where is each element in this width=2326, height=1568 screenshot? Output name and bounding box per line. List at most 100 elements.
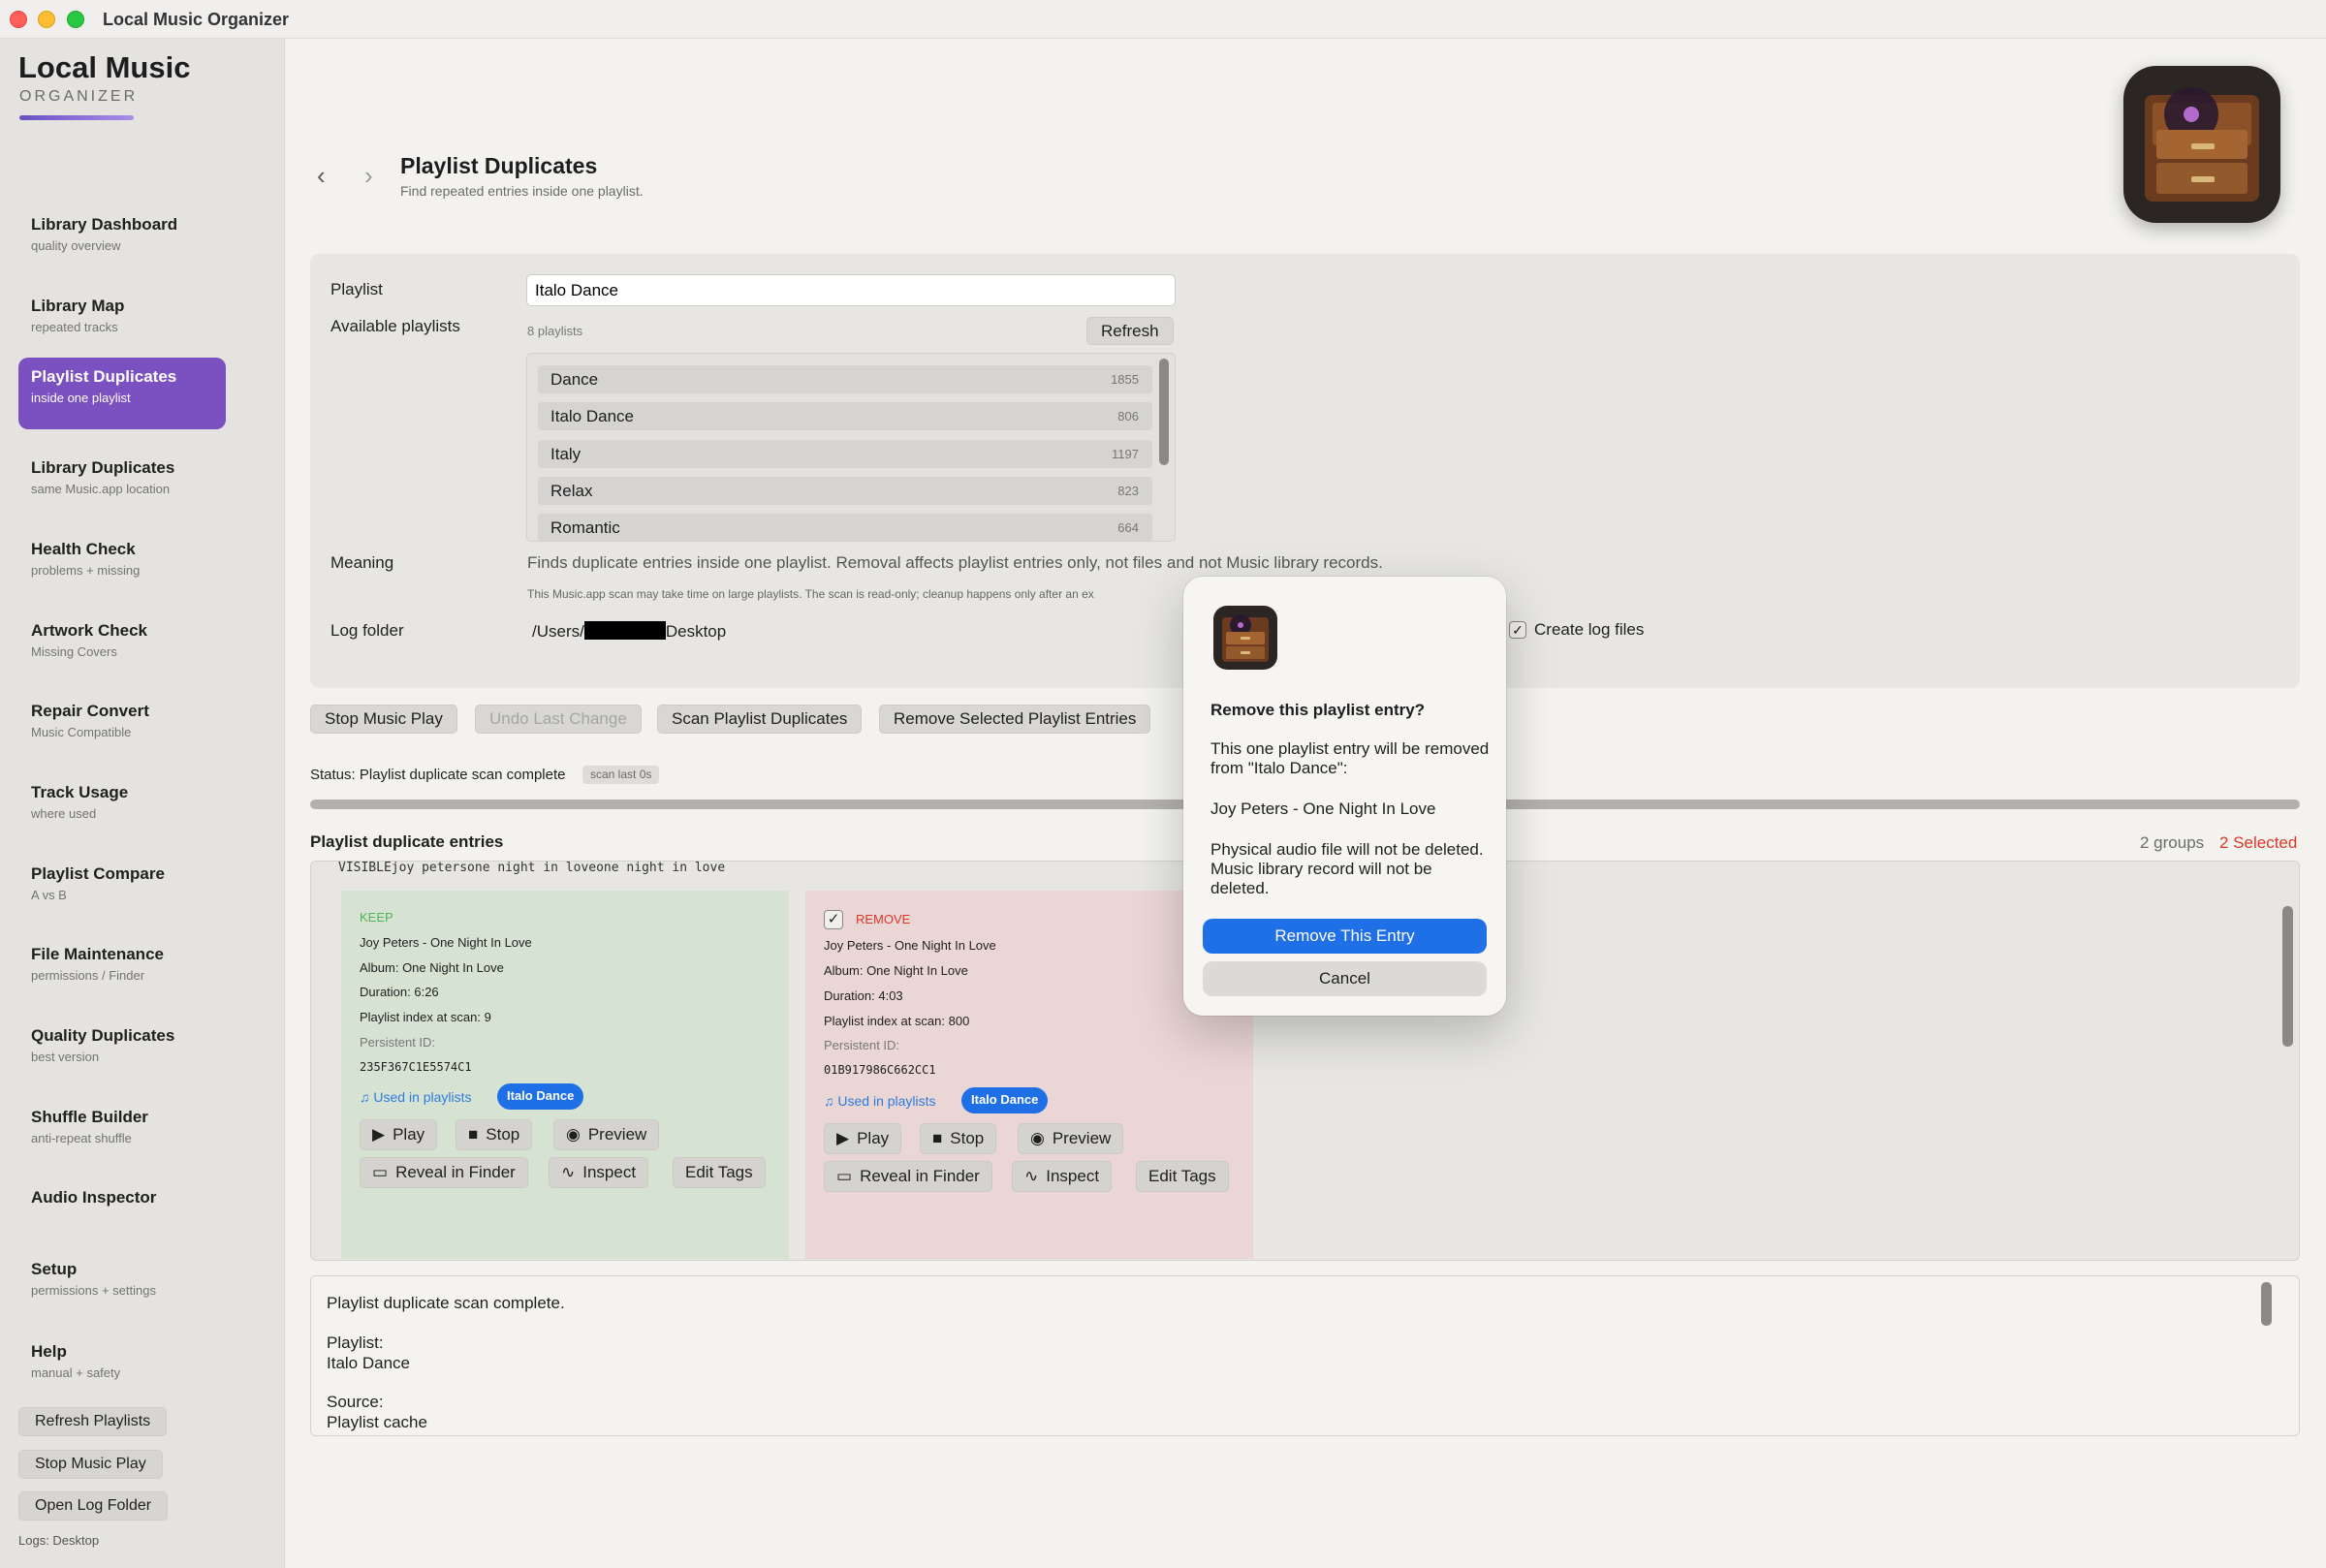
inspect-button[interactable]: ∿ Inspect	[1012, 1161, 1113, 1192]
used-in-playlists-link[interactable]: ♫ Used in playlists	[824, 1093, 936, 1109]
play-button[interactable]: ▶ Play	[360, 1119, 438, 1150]
sidebar-item-track-usage[interactable]: Track Usage where used	[18, 773, 226, 845]
playlist-badge[interactable]: Italo Dance	[497, 1083, 584, 1110]
log-line: Source:	[327, 1393, 384, 1411]
stop-button[interactable]: ■ Stop	[456, 1119, 533, 1150]
playlist-list-scrollbar[interactable]	[1159, 359, 1169, 465]
list-item[interactable]: Romantic 664	[538, 514, 1152, 541]
track-title: Joy Peters - One Night In Love	[360, 935, 532, 950]
stop-music-play-action-button[interactable]: Stop Music Play	[310, 705, 457, 734]
dialog-title: Remove this playlist entry?	[1210, 701, 1426, 719]
visible-debug-line: VISIBLEjoy petersone night in loveone ni…	[338, 861, 726, 875]
available-playlists-label: Available playlists	[330, 317, 460, 335]
create-log-files-checkbox[interactable]: ✓ Create log files	[1509, 620, 1644, 640]
minimize-window-button[interactable]	[38, 11, 55, 28]
sidebar-item-library-map[interactable]: Library Map repeated tracks	[18, 287, 226, 359]
sidebar-item-file-maintenance[interactable]: File Maintenance permissions / Finder	[18, 935, 226, 1007]
playlist-music-icon: ♫	[824, 1093, 838, 1109]
sidebar-item-help[interactable]: Help manual + safety	[18, 1333, 226, 1404]
inspect-label: Inspect	[582, 1163, 637, 1181]
playlist-track-count: 823	[1117, 484, 1139, 498]
remove-selected-entries-button[interactable]: Remove Selected Playlist Entries	[879, 705, 1151, 734]
playlist-field[interactable]	[526, 274, 1176, 306]
edit-tags-button[interactable]: Edit Tags	[673, 1157, 766, 1188]
brand-subtitle: ORGANIZER	[19, 88, 139, 105]
zoom-window-button[interactable]	[67, 11, 84, 28]
log-folder-label: Log folder	[330, 621, 404, 640]
dialog-track: Joy Peters - One Night In Love	[1210, 800, 1436, 818]
play-icon: ▶	[372, 1125, 386, 1144]
sidebar-item-label: Audio Inspector	[31, 1188, 157, 1207]
brand-underline	[19, 115, 134, 120]
stop-icon: ■	[932, 1129, 943, 1147]
title-bar: Local Music Organizer	[0, 0, 2326, 39]
play-label: Play	[857, 1129, 890, 1147]
results-scrollbar[interactable]	[2282, 906, 2293, 1047]
sidebar-item-library-dashboard[interactable]: Library Dashboard quality overview	[18, 205, 226, 277]
playlist-track-count: 664	[1117, 520, 1139, 535]
open-log-folder-button[interactable]: Open Log Folder	[18, 1491, 169, 1521]
reveal-in-finder-button[interactable]: ▭ Reveal in Finder	[360, 1157, 528, 1188]
track-album: Album: One Night In Love	[824, 963, 968, 978]
log-scrollbar[interactable]	[2261, 1282, 2272, 1326]
sidebar-item-audio-inspector[interactable]: Audio Inspector	[18, 1178, 226, 1250]
sidebar-item-label: Library Map	[31, 297, 125, 315]
sidebar-item-setup[interactable]: Setup permissions + settings	[18, 1250, 226, 1322]
stop-music-play-button[interactable]: Stop Music Play	[18, 1450, 163, 1479]
log-line: Playlist:	[327, 1333, 384, 1352]
forward-arrow-icon[interactable]: ›	[364, 161, 373, 191]
waveform-icon: ∿	[1024, 1167, 1039, 1185]
waveform-icon: ∿	[561, 1163, 576, 1181]
playlist-count: 8 playlists	[527, 324, 583, 338]
refresh-button[interactable]: Refresh	[1086, 317, 1174, 345]
list-item[interactable]: Italy 1197	[538, 440, 1152, 468]
reveal-label: Reveal in Finder	[860, 1167, 980, 1185]
playlist-badge[interactable]: Italo Dance	[961, 1087, 1049, 1113]
stop-button[interactable]: ■ Stop	[920, 1123, 997, 1154]
playlist-index: Playlist index at scan: 800	[824, 1014, 970, 1028]
close-window-button[interactable]	[10, 11, 27, 28]
undo-last-change-button[interactable]: Undo Last Change	[475, 705, 642, 734]
sidebar-item-quality-duplicates[interactable]: Quality Duplicates best version	[18, 1017, 226, 1088]
sidebar-item-library-duplicates[interactable]: Library Duplicates same Music.app locatio…	[18, 449, 226, 520]
sidebar-item-sub: same Music.app location	[31, 482, 171, 496]
sidebar-item-label: Setup	[31, 1260, 78, 1278]
sidebar-item-sub: manual + safety	[31, 1365, 121, 1380]
playlist-track-count: 1855	[1111, 372, 1139, 387]
remove-entry-dialog: Remove this playlist entry? This one pla…	[1183, 577, 1506, 1016]
back-arrow-icon[interactable]: ‹	[317, 161, 326, 191]
list-item[interactable]: Dance 1855	[538, 365, 1152, 393]
reveal-in-finder-button[interactable]: ▭ Reveal in Finder	[824, 1161, 992, 1192]
used-in-playlists-link[interactable]: ♫ Used in playlists	[360, 1089, 472, 1105]
refresh-playlists-button[interactable]: Refresh Playlists	[18, 1407, 168, 1436]
remove-checkbox[interactable]: ✓	[824, 910, 843, 929]
scan-playlist-duplicates-button[interactable]: Scan Playlist Duplicates	[657, 705, 863, 734]
edit-tags-label: Edit Tags	[1148, 1167, 1216, 1185]
preview-button[interactable]: ◉ Preview	[553, 1119, 660, 1150]
remove-this-entry-button[interactable]: Remove This Entry	[1203, 919, 1487, 954]
sidebar-item-label: Playlist Duplicates	[31, 367, 177, 386]
playlist-name: Dance	[550, 370, 599, 389]
cancel-button[interactable]: Cancel	[1203, 961, 1487, 996]
sidebar-item-repair-convert[interactable]: Repair Convert Music Compatible	[18, 692, 226, 764]
sidebar-item-artwork-check[interactable]: Artwork Check Missing Covers	[18, 612, 226, 683]
sidebar-item-playlist-duplicates[interactable]: Playlist Duplicates inside one playlist	[18, 358, 226, 429]
sidebar-item-health-check[interactable]: Health Check problems + missing	[18, 530, 226, 602]
edit-tags-label: Edit Tags	[685, 1163, 753, 1181]
list-item[interactable]: Italo Dance 806	[538, 402, 1152, 430]
play-button[interactable]: ▶ Play	[824, 1123, 902, 1154]
sidebar-item-label: Artwork Check	[31, 621, 147, 640]
keep-tag: KEEP	[360, 910, 393, 925]
edit-tags-button[interactable]: Edit Tags	[1136, 1161, 1229, 1192]
persistent-id: 01B917986C662CC1	[824, 1063, 936, 1077]
sidebar-item-playlist-compare[interactable]: Playlist Compare A vs B	[18, 855, 226, 926]
list-item[interactable]: Relax 823	[538, 477, 1152, 505]
preview-button[interactable]: ◉ Preview	[1018, 1123, 1124, 1154]
playlist-name: Romantic	[550, 518, 620, 537]
sidebar-item-shuffle-builder[interactable]: Shuffle Builder anti-repeat shuffle	[18, 1098, 226, 1170]
log-output[interactable]: Playlist duplicate scan complete. Playli…	[310, 1275, 2300, 1436]
inspect-button[interactable]: ∿ Inspect	[549, 1157, 649, 1188]
inspect-label: Inspect	[1046, 1167, 1100, 1185]
sidebar-item-sub: best version	[31, 1050, 100, 1064]
track-title: Joy Peters - One Night In Love	[824, 938, 996, 953]
